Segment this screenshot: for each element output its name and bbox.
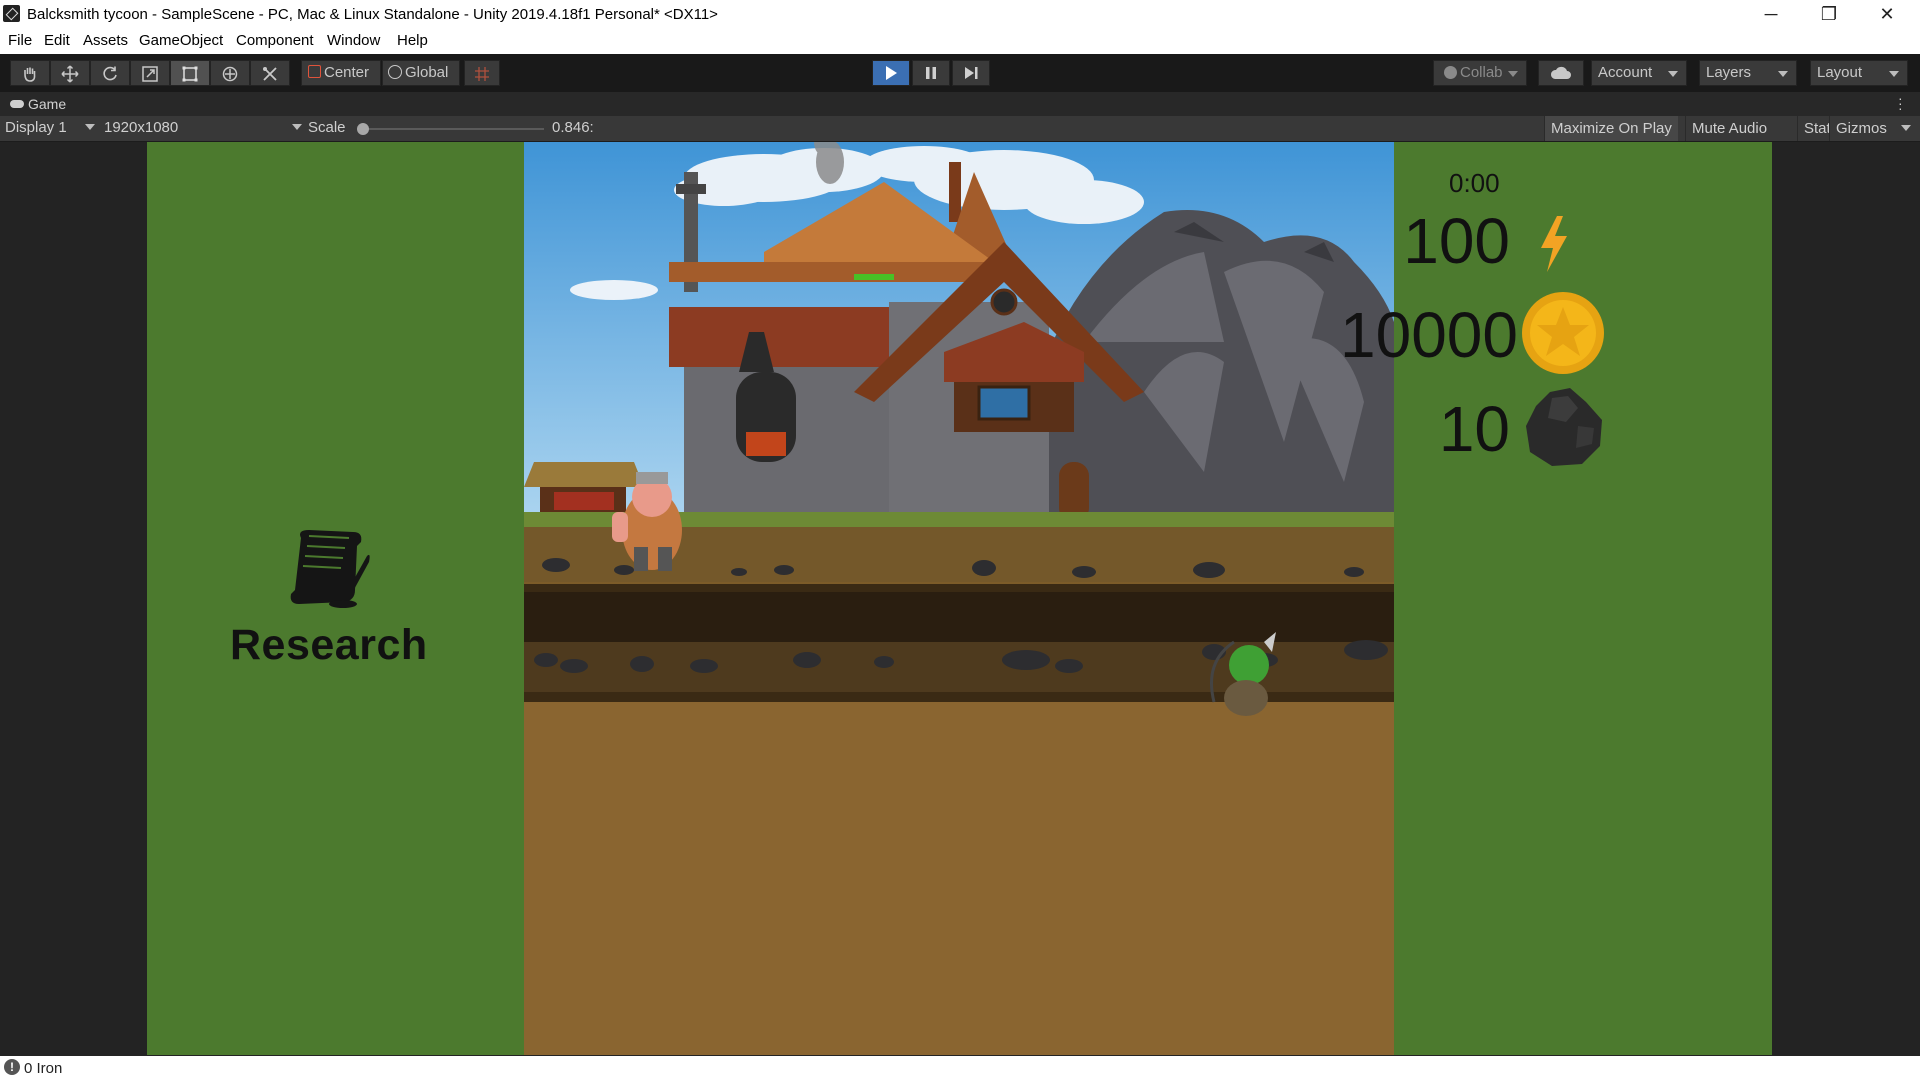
custom-tool-icon	[263, 67, 277, 81]
account-label: Account	[1598, 64, 1653, 81]
pivot-center-button[interactable]: Center	[301, 60, 381, 86]
layout-label: Layout	[1817, 64, 1863, 81]
scale-icon	[142, 66, 158, 82]
layers-label: Layers	[1706, 64, 1752, 81]
layers-dropdown[interactable]: Layers	[1699, 60, 1797, 86]
research-button[interactable]: Research	[230, 526, 428, 670]
scale-tool-button[interactable]	[130, 60, 170, 86]
scale-slider-thumb[interactable]	[357, 123, 369, 135]
research-label: Research	[230, 621, 428, 669]
rect-tool-button[interactable]	[170, 60, 210, 86]
hand-icon	[24, 67, 36, 82]
gizmos-dropdown[interactable]: Gizmos	[1829, 116, 1918, 141]
mute-audio-button[interactable]: Mute Audio	[1685, 116, 1774, 141]
restore-button[interactable]: ❐	[1800, 0, 1858, 28]
gamepad-icon	[10, 100, 24, 108]
display-label: Display 1	[5, 119, 67, 136]
grid-snap-icon	[475, 67, 489, 81]
chevron-down-icon	[1668, 71, 1678, 77]
lightning-icon	[1541, 216, 1567, 272]
grid-snap-button[interactable]	[464, 60, 500, 86]
rect-icon	[182, 66, 198, 82]
close-button[interactable]: ✕	[1858, 0, 1916, 28]
transform-icon	[222, 66, 238, 82]
hand-tool-button[interactable]	[10, 60, 50, 86]
collab-dropdown[interactable]: Collab	[1433, 60, 1527, 86]
scale-slider[interactable]	[357, 123, 544, 135]
chevron-down-icon	[1889, 71, 1899, 77]
tab-game[interactable]: Game	[10, 96, 66, 112]
title-bar: Balcksmith tycoon - SampleScene - PC, Ma…	[0, 0, 1920, 28]
chevron-down-icon	[292, 124, 303, 130]
menu-edit[interactable]: Edit	[44, 32, 70, 49]
minimize-button[interactable]: ─	[1742, 0, 1800, 28]
collab-label: Collab	[1460, 64, 1503, 81]
play-icon	[886, 66, 897, 80]
gizmos-label: Gizmos	[1836, 120, 1887, 137]
step-icon	[965, 67, 978, 79]
game-options-bar: Display 1 1920x1080 Scale 0.846: Maximiz…	[0, 116, 1920, 142]
scene-illustration	[524, 142, 1394, 1055]
rotate-tool-button[interactable]	[90, 60, 130, 86]
resolution-label: 1920x1080	[104, 119, 179, 136]
move-icon	[61, 65, 79, 83]
game-timer: 0:00	[1449, 168, 1500, 198]
globe-icon	[388, 65, 402, 79]
custom-tool-button[interactable]	[250, 60, 290, 86]
menu-file[interactable]: File	[8, 32, 32, 49]
game-view[interactable]: Research 0:00 100 10000 10	[0, 142, 1920, 1056]
check-icon	[1444, 66, 1457, 79]
game-tab-bar: Game · · ·	[0, 91, 1920, 116]
console-status-message[interactable]: 0 Iron	[24, 1060, 62, 1077]
status-bar: ! 0 Iron	[0, 1056, 1920, 1080]
ore-value: 10	[1438, 393, 1510, 465]
step-button[interactable]	[952, 60, 990, 86]
coins-value: 10000	[1340, 299, 1518, 371]
scroll-quill-icon	[290, 530, 370, 608]
pivot-label: Center	[324, 64, 370, 81]
space-label: Global	[405, 64, 449, 81]
menu-help[interactable]: Help	[397, 32, 428, 49]
play-button[interactable]	[872, 60, 910, 86]
market-stall	[524, 462, 644, 517]
window-title: Balcksmith tycoon - SampleScene - PC, Ma…	[27, 6, 718, 23]
pause-icon	[926, 67, 936, 79]
display-dropdown[interactable]: Display 1	[5, 119, 95, 136]
chevron-down-icon	[1778, 71, 1788, 77]
account-dropdown[interactable]: Account	[1591, 60, 1687, 86]
layout-dropdown[interactable]: Layout	[1810, 60, 1908, 86]
gold-coin-icon	[1522, 292, 1604, 374]
coal-ore-icon	[1526, 388, 1602, 466]
move-tool-button[interactable]	[50, 60, 90, 86]
cloud-icon	[1550, 66, 1571, 79]
scale-value: 0.846:	[552, 119, 594, 136]
menu-window[interactable]: Window	[327, 32, 380, 49]
tab-game-label: Game	[28, 96, 67, 112]
main-toolbar: Center Global Collab Account Layers Layo…	[0, 54, 1920, 92]
chevron-down-icon	[1508, 71, 1518, 77]
maximize-on-play-button[interactable]: Maximize On Play	[1544, 116, 1678, 141]
energy-value: 100	[1403, 205, 1510, 277]
chevron-down-icon	[1901, 125, 1912, 131]
resolution-dropdown[interactable]: 1920x1080	[104, 119, 303, 136]
chevron-down-icon	[84, 124, 95, 130]
info-icon: !	[4, 1059, 20, 1075]
menu-assets[interactable]: Assets	[83, 32, 128, 49]
more-options-icon[interactable]: · · ·	[1898, 91, 1903, 115]
game-scene	[524, 142, 1394, 1055]
global-space-button[interactable]: Global	[382, 60, 460, 86]
menu-gameobject[interactable]: GameObject	[139, 32, 223, 49]
transform-tool-button[interactable]	[210, 60, 250, 86]
menu-bar: File Edit Assets GameObject Component Wi…	[0, 28, 1920, 54]
unity-app-icon	[3, 5, 20, 22]
scale-label: Scale	[308, 119, 346, 136]
pause-button[interactable]	[912, 60, 950, 86]
menu-component[interactable]: Component	[236, 32, 314, 49]
cloud-button[interactable]	[1538, 60, 1584, 86]
rotate-icon	[103, 66, 117, 81]
pivot-icon	[308, 65, 321, 78]
